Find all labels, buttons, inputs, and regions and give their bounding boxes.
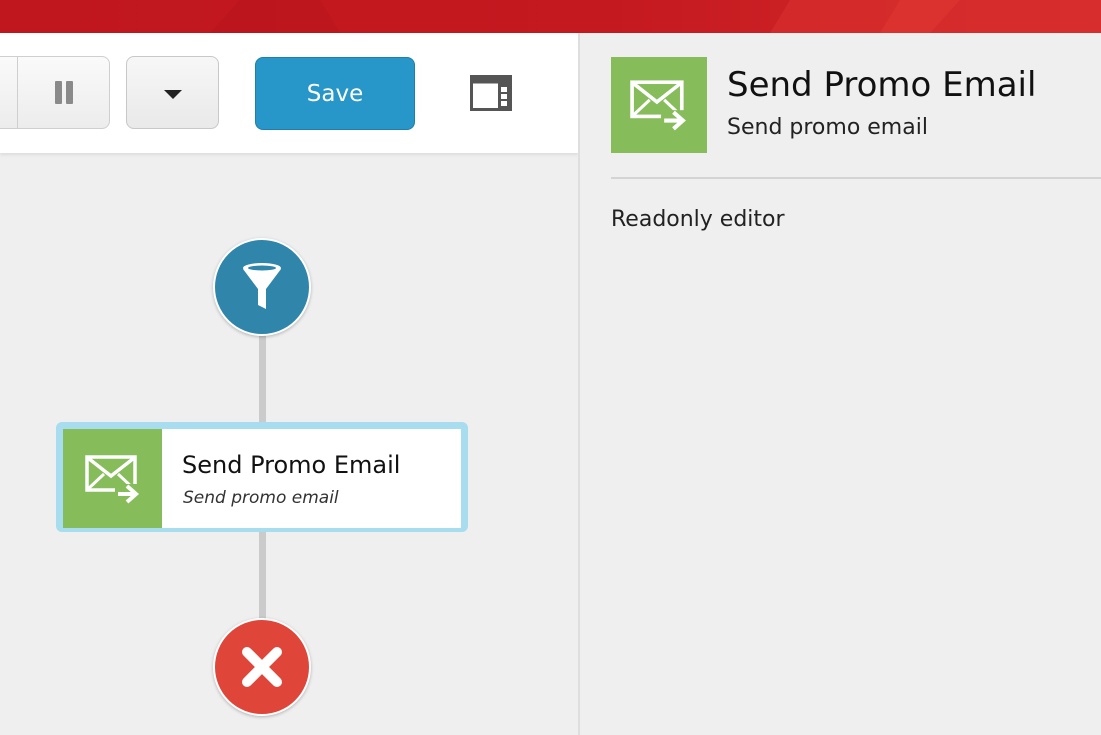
save-button[interactable]: Save xyxy=(255,57,415,130)
action-node-title: Send Promo Email xyxy=(182,451,401,479)
details-title: Send Promo Email xyxy=(727,65,1037,105)
more-actions-dropdown-button[interactable] xyxy=(126,56,219,129)
details-subtitle: Send promo email xyxy=(727,115,928,140)
header-decoration xyxy=(210,0,1101,33)
details-panel: Send Promo Email Send promo email Readon… xyxy=(578,33,1101,735)
toolbar-button-group xyxy=(0,56,110,129)
workflow-toolbar: Save xyxy=(0,33,578,153)
email-send-icon xyxy=(630,80,688,131)
email-send-icon xyxy=(84,454,141,504)
panel-toggle-button[interactable] xyxy=(470,75,512,111)
connector-line-bottom xyxy=(259,529,266,621)
end-node[interactable] xyxy=(213,618,311,716)
details-icon-box xyxy=(611,57,707,153)
pause-icon xyxy=(53,81,75,104)
close-icon xyxy=(242,647,282,687)
caret-down-icon xyxy=(163,89,182,99)
workflow-canvas: Save Send Promo Email Send promo email xyxy=(0,33,578,735)
readonly-editor-label: Readonly editor xyxy=(611,207,785,232)
filter-node[interactable] xyxy=(213,238,311,336)
connector-line-top xyxy=(259,333,266,425)
funnel-icon xyxy=(243,263,281,309)
app-header-bar xyxy=(0,0,1101,33)
pause-button[interactable] xyxy=(18,57,110,128)
panel-layout-icon xyxy=(470,75,512,111)
action-node-subtitle: Send promo email xyxy=(183,488,339,508)
details-divider xyxy=(611,177,1101,179)
action-node-icon-box xyxy=(63,429,162,528)
action-node-card[interactable]: Send Promo Email Send promo email xyxy=(56,422,468,532)
action-node-body: Send Promo Email Send promo email xyxy=(162,429,461,528)
